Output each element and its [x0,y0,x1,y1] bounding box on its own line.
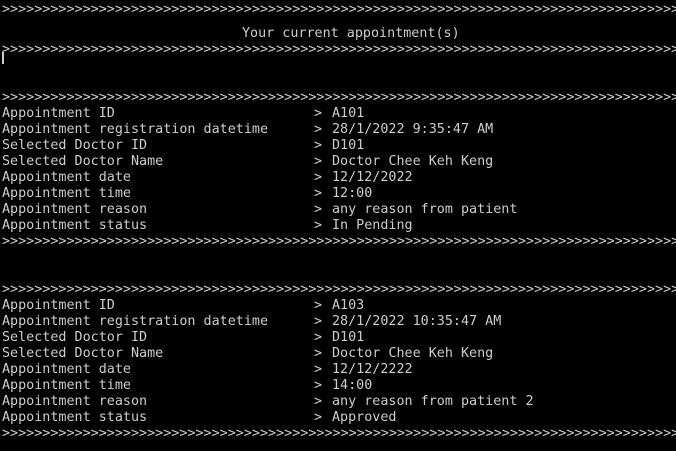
field-label: Selected Doctor Name [2,154,164,169]
console-output: >>>>>>>>>>>>>>>>>>>>>>>>>>>>>>>>>>>>>>>>… [2,0,676,451]
page-title: Your current appointment(s) [242,26,460,41]
appointment-separator-top: >>>>>>>>>>>>>>>>>>>>>>>>>>>>>>>>>>>>>>>>… [2,90,676,105]
field-arrow: > [314,314,323,329]
header-separator-bottom: >>>>>>>>>>>>>>>>>>>>>>>>>>>>>>>>>>>>>>>>… [2,42,676,57]
field-label: Appointment time [2,378,131,393]
field-value: 28/1/2022 10:35:47 AM [332,314,502,329]
appointment-field-row: Appointment date > 12/12/2222 [2,362,676,378]
appointment-field-row: Appointment status > In Pending [2,218,676,234]
appointment-separator-bottom: >>>>>>>>>>>>>>>>>>>>>>>>>>>>>>>>>>>>>>>>… [2,234,676,249]
appointment-separator-top: >>>>>>>>>>>>>>>>>>>>>>>>>>>>>>>>>>>>>>>>… [2,282,676,297]
field-label: Selected Doctor ID [2,138,148,153]
appointment-field-row: Appointment registration datetime > 28/1… [2,314,676,330]
field-label: Appointment reason [2,202,148,217]
field-label: Appointment registration datetime [2,314,269,329]
appointment-field-row: Appointment ID > A103 [2,298,676,314]
field-arrow: > [314,362,323,377]
field-value: 28/1/2022 9:35:47 AM [332,122,494,137]
field-arrow: > [314,186,323,201]
appointment-field-row: Appointment reason > any reason from pat… [2,394,676,410]
field-value: 14:00 [332,378,373,393]
appointment-field-row: Appointment status > Approved [2,410,676,426]
field-arrow: > [314,410,323,425]
field-value: any reason from patient 2 [332,394,534,409]
appointment-field-row: Selected Doctor ID > D101 [2,138,676,154]
field-value: D101 [332,138,365,153]
field-label: Appointment status [2,218,148,233]
field-label: Appointment time [2,186,131,201]
field-label: Appointment date [2,362,131,377]
appointment-field-row: Appointment reason > any reason from pat… [2,202,676,218]
field-label: Appointment reason [2,394,148,409]
field-arrow: > [314,154,323,169]
appointment-field-row: Selected Doctor ID > D101 [2,330,676,346]
field-label: Appointment ID [2,106,115,121]
field-arrow: > [314,202,323,217]
field-value: any reason from patient [332,202,518,217]
field-value: Doctor Chee Keh Keng [332,346,494,361]
appointment-field-row: Selected Doctor Name > Doctor Chee Keh K… [2,346,676,362]
field-value: A103 [332,298,365,313]
field-label: Appointment status [2,410,148,425]
field-arrow: > [314,378,323,393]
field-value: Approved [332,410,397,425]
field-arrow: > [314,106,323,121]
field-arrow: > [314,218,323,233]
field-arrow: > [314,298,323,313]
field-value: 12/12/2222 [332,362,413,377]
appointment-separator-bottom: >>>>>>>>>>>>>>>>>>>>>>>>>>>>>>>>>>>>>>>>… [2,426,676,441]
appointment-field-row: Appointment time > 14:00 [2,378,676,394]
field-value: In Pending [332,218,413,233]
field-value: D101 [332,330,365,345]
appointment-field-row: Selected Doctor Name > Doctor Chee Keh K… [2,154,676,170]
field-label: Selected Doctor ID [2,330,148,345]
field-label: Appointment date [2,170,131,185]
appointment-field-row: Appointment time > 12:00 [2,186,676,202]
field-value: A101 [332,106,365,121]
field-value: 12:00 [332,186,373,201]
field-label: Appointment ID [2,298,115,313]
field-value: Doctor Chee Keh Keng [332,154,494,169]
field-arrow: > [314,330,323,345]
field-arrow: > [314,138,323,153]
field-label: Selected Doctor Name [2,346,164,361]
header-separator-top: >>>>>>>>>>>>>>>>>>>>>>>>>>>>>>>>>>>>>>>>… [2,2,676,17]
appointment-field-row: Appointment date > 12/12/2022 [2,170,676,186]
field-arrow: > [314,394,323,409]
field-value: 12/12/2022 [332,170,413,185]
text-cursor [2,52,4,64]
field-label: Appointment registration datetime [2,122,269,137]
field-arrow: > [314,346,323,361]
field-arrow: > [314,122,323,137]
field-arrow: > [314,170,323,185]
appointment-field-row: Appointment registration datetime > 28/1… [2,122,676,138]
appointment-field-row: Appointment ID > A101 [2,106,676,122]
